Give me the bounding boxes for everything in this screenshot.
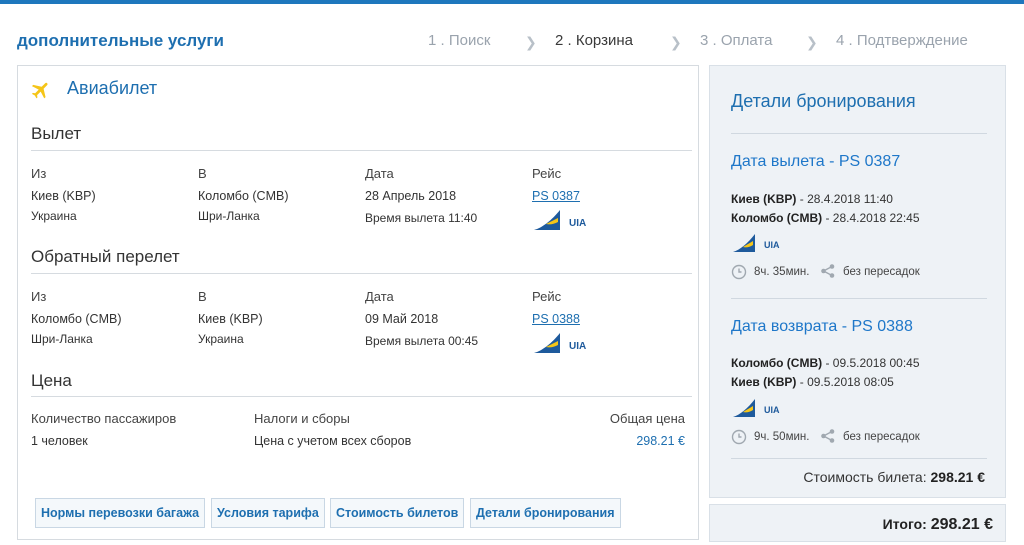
outbound-duration: 8ч. 35мин.: [754, 266, 810, 278]
outbound-date: 28 Апрель 2018: [365, 189, 457, 203]
return-duration: 9ч. 50мин.: [754, 431, 810, 443]
outbound-departure-time: Время вылета 11:40: [365, 211, 478, 225]
outbound-summary-line: Коломбо (CMB) - 28.4.2018 22:45: [731, 211, 920, 225]
return-summary-line: Киев (KBP) - 09.5.2018 08:05: [731, 375, 894, 389]
col-date: Дата: [365, 289, 394, 304]
col-from: Из: [31, 289, 47, 304]
baggage-rules-button[interactable]: Нормы перевозки багажа: [35, 498, 206, 528]
panel-title: Авиабилет: [67, 78, 158, 98]
divider: [731, 298, 987, 299]
airline-logo-icon: UIA: [534, 210, 586, 230]
summary-city: Киев (KBP): [731, 192, 797, 206]
col-to: В: [198, 166, 207, 181]
share-icon: [821, 264, 835, 278]
chevron-right-icon: ❯: [670, 34, 682, 50]
summary-city: Коломбо (CMB): [731, 356, 823, 370]
booking-details-button[interactable]: Детали бронирования: [470, 498, 621, 528]
return-summary-line: Коломбо (CMB) - 09.5.2018 00:45: [731, 356, 920, 370]
outbound-section-title: Вылет: [31, 124, 82, 143]
summary-city: Коломбо (CMB): [731, 211, 823, 225]
clock-icon: [731, 429, 747, 445]
divider: [31, 150, 692, 151]
clock-icon: [731, 264, 747, 280]
return-to-country: Украина: [198, 332, 244, 346]
taxes-value: Цена с учетом всех сборов: [254, 434, 412, 448]
outbound-from-country: Украина: [31, 209, 77, 223]
airline-code: UIA: [764, 405, 780, 415]
divider: [31, 396, 692, 397]
ticket-cost-button[interactable]: Стоимость билетов: [330, 498, 465, 528]
tariff-conditions-button[interactable]: Условия тарифа: [211, 498, 325, 528]
return-flight-link[interactable]: PS 0388: [532, 312, 580, 326]
summary-time: - 28.4.2018 11:40: [796, 192, 893, 206]
airline-logo-icon: UIA: [534, 333, 586, 353]
step-cart[interactable]: 2 . Корзина: [555, 32, 633, 49]
chevron-right-icon: ❯: [525, 34, 537, 50]
outbound-stops: без пересадок: [843, 266, 920, 278]
step-confirmation[interactable]: 4 . Подтверждение: [836, 32, 968, 49]
ticket-cost-label: Стоимость билета:: [803, 469, 931, 485]
outbound-to-country: Шри-Ланка: [198, 209, 260, 223]
summary-time: - 09.5.2018 08:05: [796, 375, 894, 389]
airline-code: UIA: [569, 341, 586, 352]
passengers-value: 1 человек: [31, 434, 88, 448]
share-icon: [821, 429, 835, 443]
airline-logo-icon: UIA: [733, 399, 780, 417]
ticket-cost-value: 298.21 €: [930, 469, 986, 485]
col-flight: Рейс: [532, 289, 562, 304]
return-summary-title: Дата возврата - PS 0388: [731, 318, 913, 335]
checkout-steps: 1 . Поиск ❯ 2 . Корзина ❯ 3 . Оплата ❯ 4…: [0, 32, 1024, 52]
total-price-label: Общая цена: [609, 411, 685, 426]
outbound-summary-line: Киев (KBP) - 28.4.2018 11:40: [731, 192, 893, 206]
ticket-panel: Авиабилет Вылет Из В Дата Рейс Киев (KBP…: [17, 65, 699, 540]
total-value: 298.21 €: [930, 516, 993, 533]
outbound-summary-title: Дата вылета - PS 0387: [731, 153, 901, 170]
return-departure-time: Время вылета 00:45: [365, 334, 479, 348]
return-to-city: Киев (KBP): [198, 312, 263, 326]
col-to: В: [198, 289, 207, 304]
return-section-title: Обратный перелет: [31, 247, 180, 266]
chevron-right-icon: ❯: [806, 34, 818, 50]
total-panel: Итого: 298.21 €: [709, 504, 1006, 542]
total-price-value: 298.21 €: [636, 434, 685, 448]
return-from-country: Шри-Ланка: [31, 332, 93, 346]
return-stops: без пересадок: [843, 431, 920, 443]
outbound-to-city: Коломбо (CMB): [198, 189, 289, 203]
total: Итого: 298.21 €: [883, 516, 993, 534]
step-payment[interactable]: 3 . Оплата: [700, 32, 772, 49]
plane-icon: [31, 82, 48, 99]
top-accent-bar: [0, 0, 1024, 4]
taxes-label: Налоги и сборы: [254, 411, 350, 426]
divider: [731, 458, 987, 459]
step-search[interactable]: 1 . Поиск: [428, 32, 490, 49]
outbound-flight-link[interactable]: PS 0387: [532, 189, 580, 203]
passengers-label: Количество пассажиров: [31, 411, 177, 426]
summary-time: - 28.4.2018 22:45: [822, 211, 920, 225]
divider: [731, 133, 987, 134]
col-date: Дата: [365, 166, 394, 181]
summary-city: Киев (KBP): [731, 375, 797, 389]
airline-logo-icon: UIA: [733, 234, 780, 252]
return-date: 09 Май 2018: [365, 312, 439, 326]
return-from-city: Коломбо (CMB): [31, 312, 122, 326]
price-section-title: Цена: [31, 371, 72, 390]
total-label: Итого:: [882, 516, 931, 532]
booking-details-panel: Детали бронирования Дата вылета - PS 038…: [709, 65, 1006, 498]
booking-details-title: Детали бронирования: [731, 91, 916, 111]
ticket-cost: Стоимость билета: 298.21 €: [803, 469, 985, 485]
col-flight: Рейс: [532, 166, 562, 181]
outbound-from-city: Киев (KBP): [31, 189, 96, 203]
airline-code: UIA: [569, 218, 586, 229]
summary-time: - 09.5.2018 00:45: [822, 356, 920, 370]
col-from: Из: [31, 166, 47, 181]
divider: [31, 273, 692, 274]
airline-code: UIA: [764, 240, 780, 250]
